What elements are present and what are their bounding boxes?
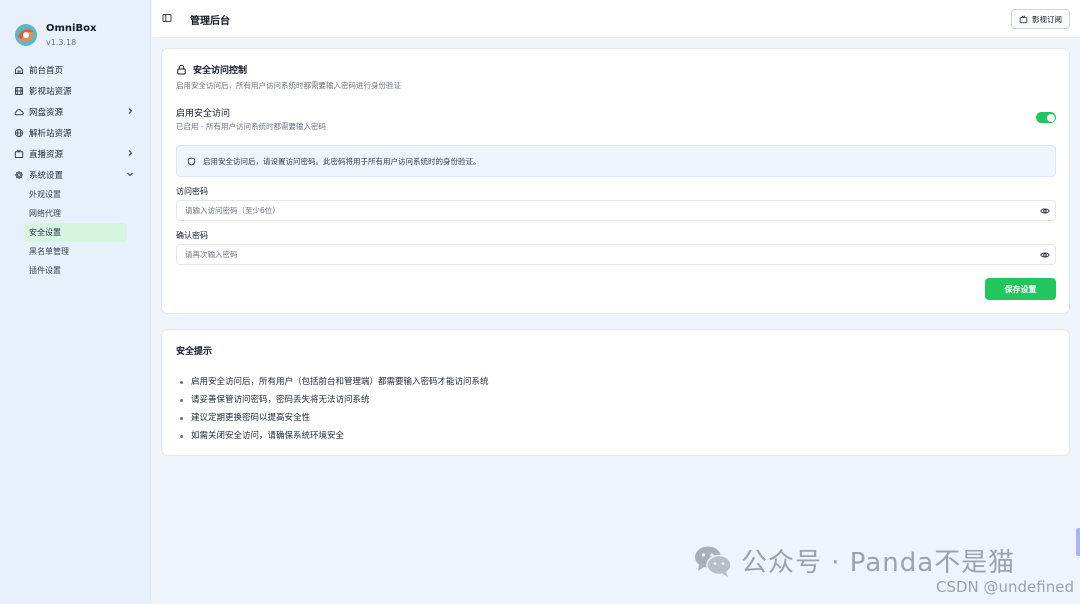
sidebar-item-film-sites[interactable]: 影视站资源	[0, 80, 150, 101]
sidebar-item-label: 系统设置	[29, 170, 64, 181]
save-settings-button[interactable]: 保存设置	[985, 278, 1056, 300]
sidebar-item-home[interactable]: 前台首页	[0, 59, 150, 80]
brand[interactable]: OmniBox v1.3.18	[0, 0, 150, 56]
csdn-watermark: CSDN @undefined	[935, 578, 1074, 596]
wechat-watermark: 公众号 · Panda不是猫	[693, 542, 1015, 579]
chevron-right-icon[interactable]	[126, 149, 134, 157]
tips-list: 启用安全访问后，所有用户（包括前台和管理端）都需要输入密码才能访问系统 请妥善保…	[176, 373, 489, 445]
subscribe-button[interactable]: 影视订阅	[1011, 9, 1070, 29]
enable-security-toggle[interactable]	[1036, 112, 1056, 123]
tv-icon	[14, 149, 24, 159]
list-item: 请妥善保管访问密码，密码丢失将无法访问系统	[176, 391, 489, 409]
sidebar-item-label: 网盘资源	[29, 107, 64, 118]
chevron-right-icon[interactable]	[126, 107, 134, 115]
security-notice: 启用安全访问后，请设置访问密码。此密码将用于所有用户访问系统时的身份验证。	[176, 145, 1056, 177]
sidebar-subitem-plugins[interactable]: 插件设置	[24, 261, 127, 280]
bullet	[180, 416, 183, 420]
home-icon	[14, 65, 24, 75]
tv-icon	[1019, 15, 1028, 23]
sidebar-item-cloud-drive[interactable]: 网盘资源	[0, 101, 150, 122]
security-access-card: 安全访问控制 启用安全访问后，所有用户访问系统时都需要输入密码进行身份验证 启用…	[161, 48, 1070, 314]
bullet	[180, 380, 183, 384]
enable-security-desc: 已启用 - 所有用户访问系统时都需要输入密码	[176, 122, 326, 131]
sidebar: OmniBox v1.3.18 前台首页 影视站资源 网盘资源 解析站资源 直播…	[0, 0, 151, 604]
list-item: 启用安全访问后，所有用户（包括前台和管理端）都需要输入密码才能访问系统	[176, 373, 489, 391]
eye-icon[interactable]	[1040, 250, 1050, 260]
gear-icon	[14, 170, 24, 180]
sidebar-subitem-proxy[interactable]: 网络代理	[24, 204, 127, 223]
sidebar-item-label: 前台首页	[29, 65, 64, 76]
sidebar-item-label: 解析站资源	[29, 128, 72, 139]
sidebar-item-label: 直播资源	[29, 149, 64, 160]
security-card-desc: 启用安全访问后，所有用户访问系统时都需要输入密码进行身份验证	[176, 81, 401, 90]
password-label: 访问密码	[176, 187, 208, 196]
system-settings-submenu: 外观设置 网络代理 安全设置 黑名单管理 插件设置	[0, 185, 150, 280]
top-header: 管理后台 影视订阅	[152, 0, 1080, 38]
enable-security-label: 启用安全访问	[176, 109, 231, 119]
app-version: v1.3.18	[46, 37, 77, 47]
chevron-down-icon[interactable]	[126, 170, 134, 178]
sidebar-subitem-blacklist[interactable]: 黑名单管理	[24, 242, 127, 261]
page-title: 管理后台	[190, 16, 230, 27]
bullet	[180, 434, 183, 438]
list-item: 如需关闭安全访问，请确保系统环境安全	[176, 427, 489, 445]
security-tips-card: 安全提示 启用安全访问后，所有用户（包括前台和管理端）都需要输入密码才能访问系统…	[161, 329, 1070, 456]
sidebar-item-live[interactable]: 直播资源	[0, 143, 150, 164]
wechat-icon	[695, 546, 732, 577]
app-name: OmniBox	[46, 22, 97, 34]
lock-icon	[177, 64, 186, 75]
sidebar-item-system-settings[interactable]: 系统设置	[0, 164, 150, 185]
sidebar-subitem-security[interactable]: 安全设置	[24, 223, 127, 242]
password-input[interactable]	[176, 200, 1056, 221]
sidebar-item-label: 影视站资源	[29, 86, 72, 97]
confirm-password-input[interactable]	[176, 244, 1056, 265]
edge-handle[interactable]	[1076, 528, 1080, 556]
shield-icon	[187, 156, 196, 166]
film-icon	[14, 86, 24, 96]
subscribe-button-label: 影视订阅	[1032, 14, 1062, 24]
toggle-knob	[1046, 113, 1055, 122]
security-card-title: 安全访问控制	[176, 63, 247, 76]
list-item: 建议定期更换密码以提高安全性	[176, 409, 489, 427]
sidebar-toggle-icon[interactable]	[162, 13, 172, 23]
tips-title: 安全提示	[176, 347, 213, 357]
sidebar-subitem-appearance[interactable]: 外观设置	[24, 185, 127, 204]
confirm-password-label: 确认密码	[176, 231, 208, 240]
sidebar-item-parse-sites[interactable]: 解析站资源	[0, 122, 150, 143]
cloud-icon	[14, 107, 24, 117]
sidebar-nav: 前台首页 影视站资源 网盘资源 解析站资源 直播资源 系统设置 外观设置 网络代…	[0, 59, 150, 280]
app-logo-icon	[15, 24, 37, 46]
bullet	[180, 398, 183, 402]
eye-icon[interactable]	[1040, 206, 1050, 216]
globe-icon	[14, 128, 24, 138]
